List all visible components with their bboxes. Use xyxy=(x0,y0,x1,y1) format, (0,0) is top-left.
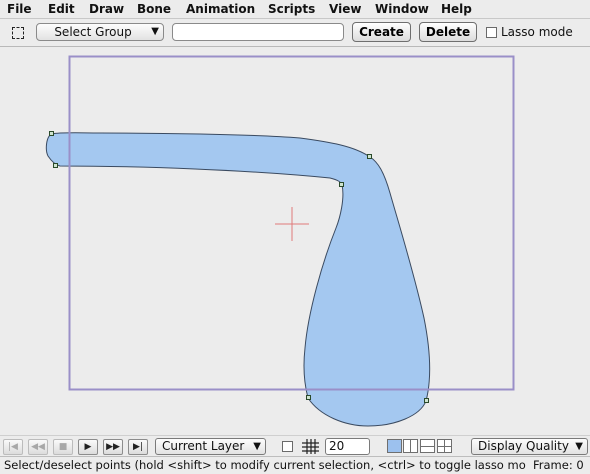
control-point xyxy=(53,163,58,168)
menu-help[interactable]: Help xyxy=(441,0,472,18)
lasso-mode-label: Lasso mode xyxy=(501,25,573,39)
stop-icon[interactable]: ■ xyxy=(53,439,73,455)
control-point xyxy=(339,182,344,187)
menu-bar: File Edit Draw Bone Animation Scripts Vi… xyxy=(0,0,590,19)
menu-draw[interactable]: Draw xyxy=(89,0,124,18)
vector-shape[interactable] xyxy=(45,132,431,427)
grid-size-input[interactable]: 20 xyxy=(325,438,370,455)
lasso-select-icon[interactable] xyxy=(12,27,24,39)
quad-view-icon[interactable] xyxy=(437,439,452,453)
lasso-mode-checkbox[interactable] xyxy=(486,27,497,38)
single-view-icon[interactable] xyxy=(387,439,402,453)
display-quality-dropdown[interactable]: Display Quality ▼ xyxy=(471,438,588,455)
chevron-down-icon: ▼ xyxy=(151,26,159,37)
chevron-down-icon: ▼ xyxy=(253,441,261,452)
menu-animation[interactable]: Animation xyxy=(186,0,255,18)
toolbar: Select Group ▼ Create Delete Lasso mode xyxy=(0,19,590,47)
chevron-down-icon: ▼ xyxy=(575,441,583,452)
split-horizontal-view-icon[interactable] xyxy=(420,439,435,453)
step-forward-icon[interactable]: ▶▶ xyxy=(103,439,123,455)
layer-select-dropdown[interactable]: Current Layer ▼ xyxy=(155,438,266,455)
rewind-icon[interactable]: |◀ xyxy=(3,439,23,455)
control-point xyxy=(49,131,54,136)
select-group-dropdown[interactable]: Select Group ▼ xyxy=(36,23,164,41)
play-icon[interactable]: ▶ xyxy=(78,439,98,455)
step-back-icon[interactable]: ◀◀ xyxy=(28,439,48,455)
split-vertical-view-icon[interactable] xyxy=(403,439,418,453)
onion-skin-checkbox[interactable] xyxy=(282,441,293,452)
menu-file[interactable]: File xyxy=(7,0,32,18)
control-point xyxy=(306,395,311,400)
menu-bone[interactable]: Bone xyxy=(137,0,171,18)
display-quality-label: Display Quality xyxy=(478,439,569,453)
frame-counter: Frame: 0 xyxy=(533,458,584,472)
layer-select-label: Current Layer xyxy=(162,439,245,453)
drawing-canvas[interactable] xyxy=(0,48,590,434)
menu-edit[interactable]: Edit xyxy=(48,0,75,18)
origin-crosshair-icon xyxy=(275,207,309,241)
control-point xyxy=(424,398,429,403)
create-button[interactable]: Create xyxy=(352,22,411,42)
delete-button[interactable]: Delete xyxy=(419,22,477,42)
fast-forward-icon[interactable]: ▶| xyxy=(128,439,148,455)
status-bar: Select/deselect points (hold <shift> to … xyxy=(0,456,590,474)
group-name-input[interactable] xyxy=(172,23,344,41)
select-group-label: Select Group xyxy=(54,25,132,39)
menu-view[interactable]: View xyxy=(329,0,361,18)
menu-window[interactable]: Window xyxy=(375,0,429,18)
menu-scripts[interactable]: Scripts xyxy=(268,0,315,18)
control-point xyxy=(367,154,372,159)
status-message: Select/deselect points (hold <shift> to … xyxy=(4,458,526,472)
playback-bar: |◀ ◀◀ ■ ▶ ▶▶ ▶| Current Layer ▼ 20 Displ… xyxy=(0,435,590,456)
grid-icon[interactable] xyxy=(302,439,319,454)
